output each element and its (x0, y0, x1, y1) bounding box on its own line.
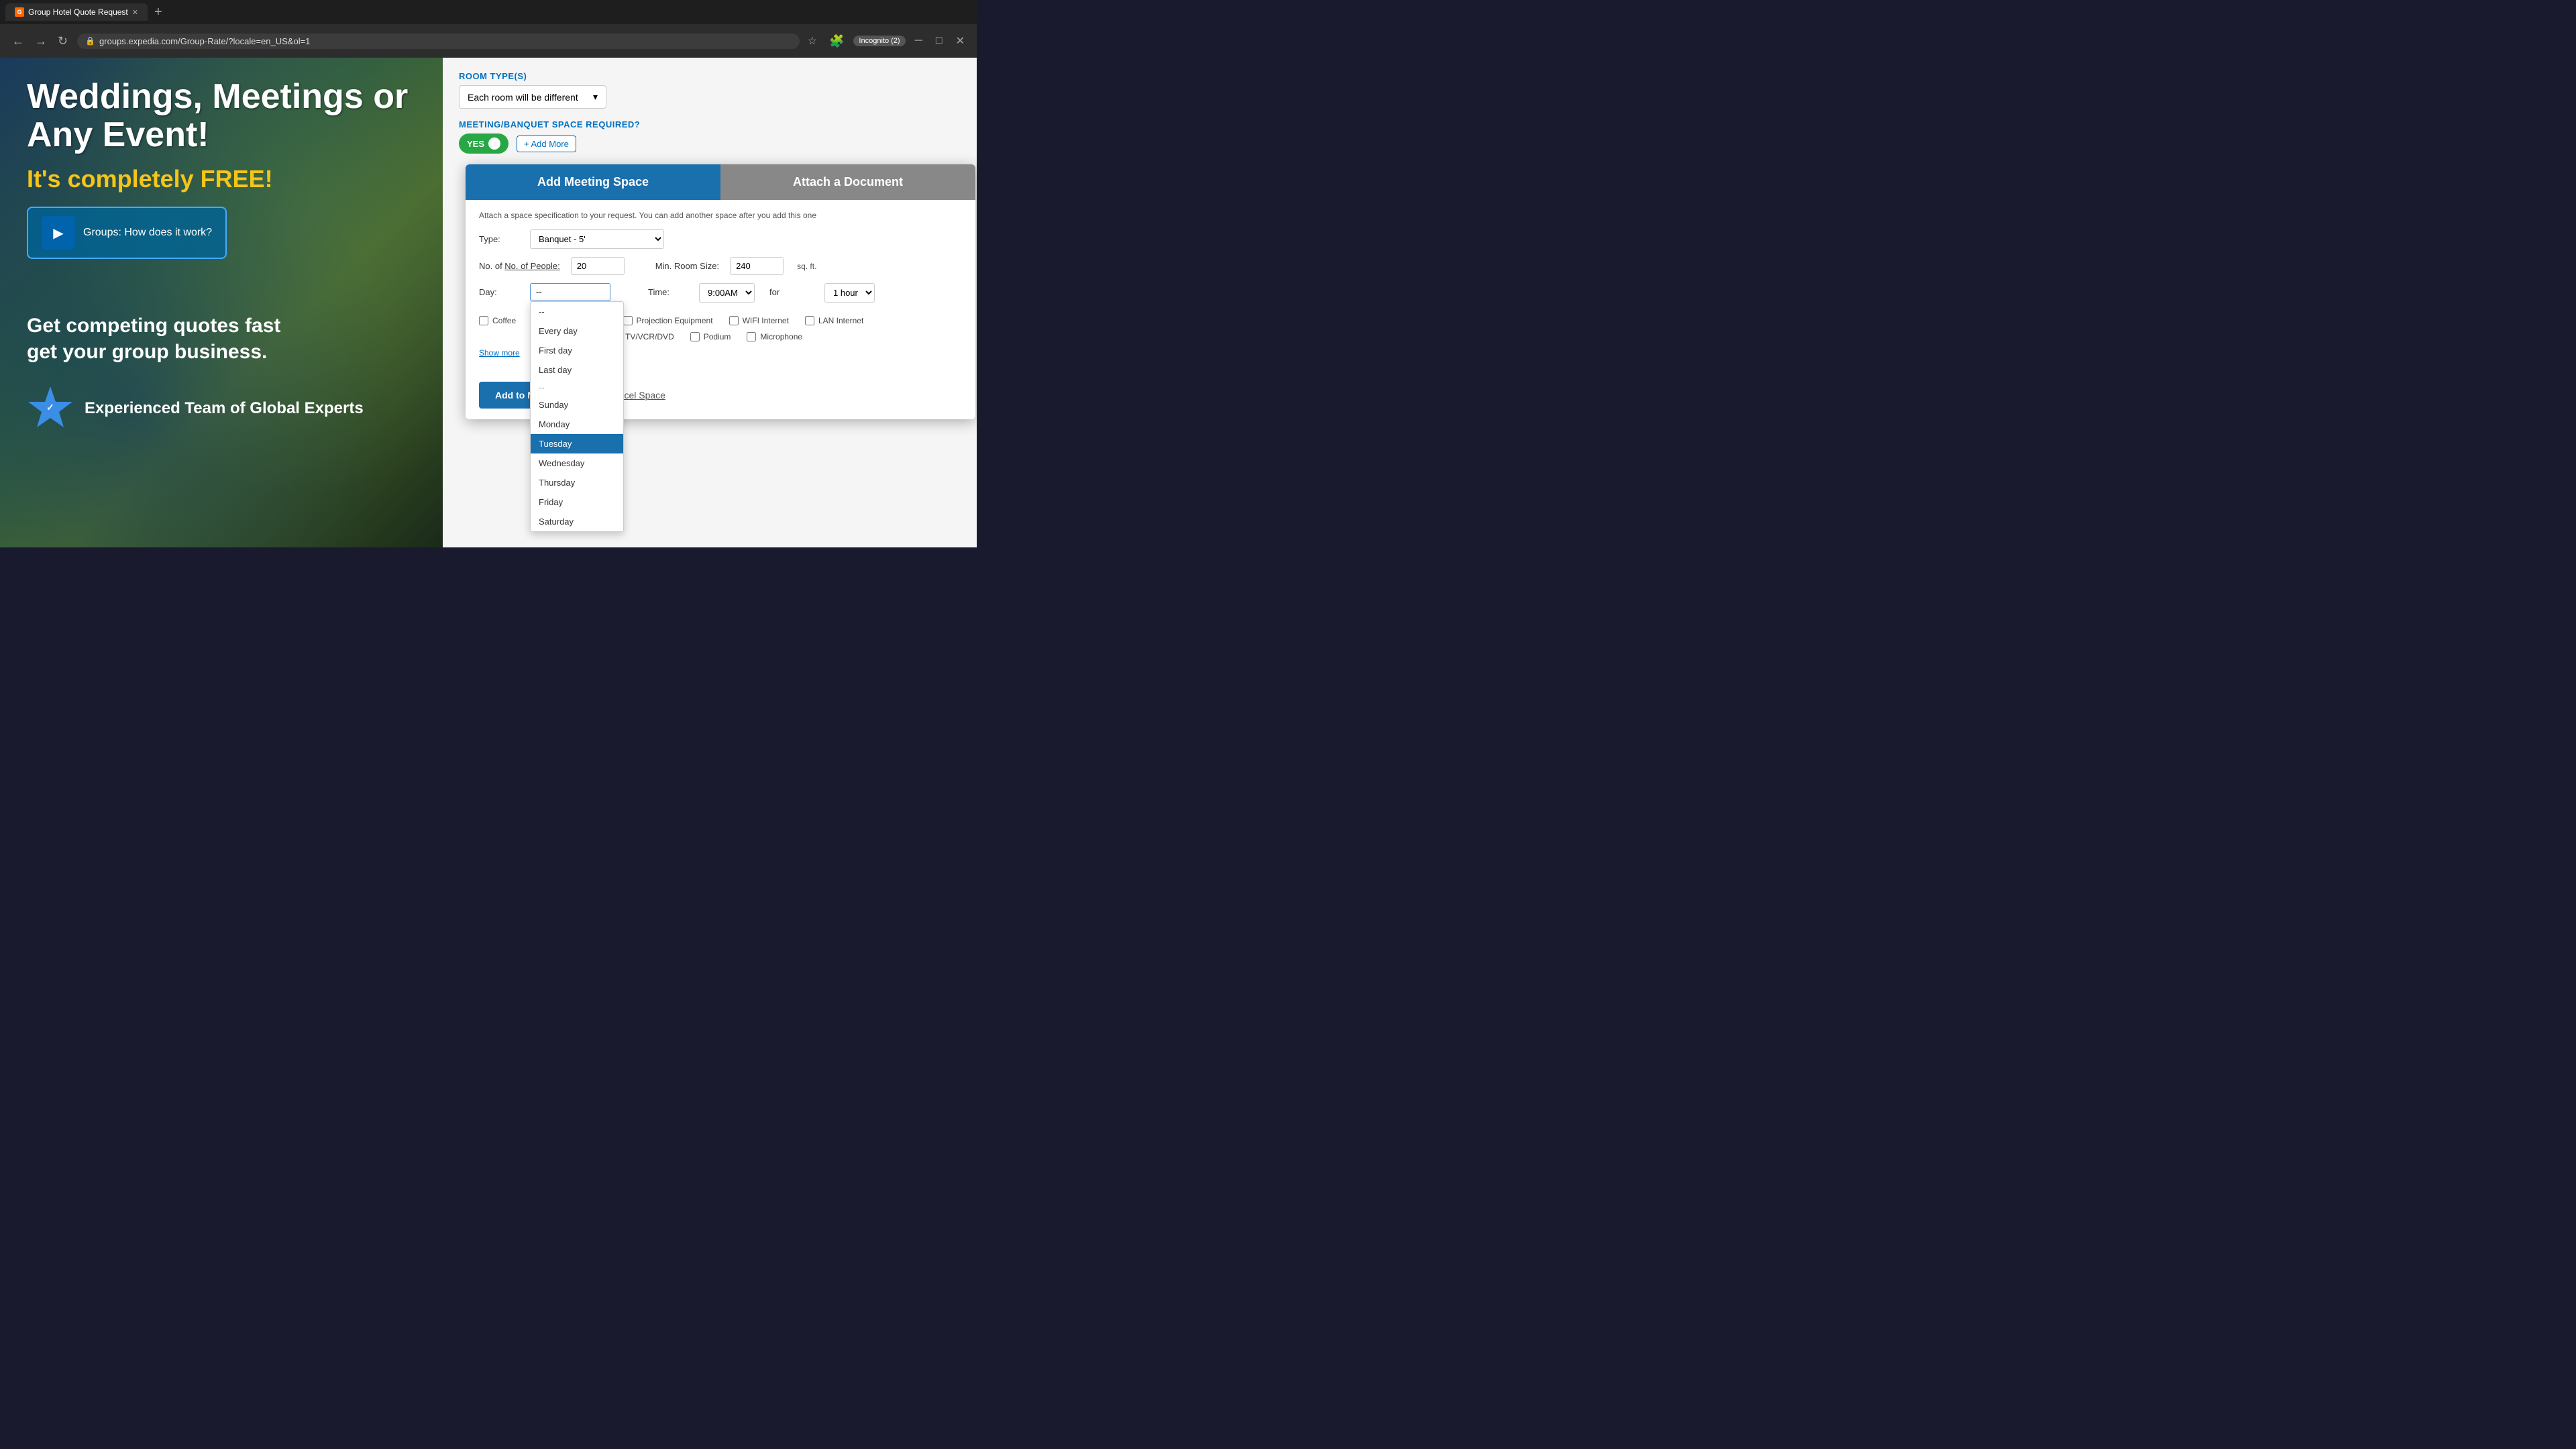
modal-body: Attach a space specification to your req… (466, 200, 975, 374)
day-select[interactable]: -- (530, 283, 610, 301)
day-option-monday[interactable]: Monday (531, 415, 623, 434)
nav-buttons: ← → ↻ (8, 32, 72, 51)
hero-section: Weddings, Meetings or Any Event! It's co… (0, 58, 443, 547)
for-label: for (769, 287, 810, 297)
people-label: No. of No. of People: (479, 261, 560, 271)
modal-tabs: Add Meeting Space Attach a Document (466, 164, 975, 200)
meeting-space-modal: Add Meeting Space Attach a Document Atta… (466, 164, 975, 419)
minimize-btn[interactable]: ─ (911, 33, 926, 49)
day-time-row: Day: -- -- Every day First day Last day … (479, 283, 962, 303)
people-room-row: No. of No. of People: Min. Room Size: sq… (479, 257, 962, 275)
hero-content: Weddings, Meetings or Any Event! It's co… (27, 78, 416, 432)
hero-badge-section: ✓ Experienced Team of Global Experts (27, 385, 416, 432)
time-select[interactable]: 9:00AM (699, 283, 755, 303)
incognito-badge: Incognito (2) (853, 36, 905, 46)
checkbox-microphone[interactable]: Microphone (747, 332, 802, 341)
day-option-tuesday[interactable]: Tuesday (531, 434, 623, 453)
wifi-checkbox[interactable] (729, 316, 739, 325)
right-panel: ROOM TYPE(S) Each room will be different… (443, 58, 977, 547)
day-option-friday[interactable]: Friday (531, 492, 623, 512)
time-label: Time: (648, 287, 688, 297)
day-option-thursday[interactable]: Thursday (531, 473, 623, 492)
badge-text: Experienced Team of Global Experts (85, 399, 364, 418)
type-label: Type: (479, 234, 519, 244)
meeting-toggle-row: YES + Add More (459, 133, 961, 154)
browser-chrome: ← → ↻ 🔒 ☆ 🧩 Incognito (2) ─ □ ✕ (0, 24, 977, 58)
window-controls: ─ □ ✕ (911, 33, 969, 49)
address-input[interactable] (99, 36, 792, 46)
tab-favicon: G (15, 7, 24, 17)
day-option-wednesday[interactable]: Wednesday (531, 453, 623, 473)
day-label: Day: (479, 287, 519, 297)
hero-bottom-text: Get competing quotes fast get your group… (27, 313, 416, 365)
room-size-input[interactable] (730, 257, 784, 275)
forward-btn[interactable]: → (31, 32, 51, 51)
people-underline: No. of People: (504, 261, 559, 271)
type-select[interactable]: Banquet - 5' (530, 229, 664, 249)
checkbox-podium[interactable]: Podium (690, 332, 731, 341)
day-option-first-day[interactable]: First day (531, 341, 623, 360)
podium-checkbox[interactable] (690, 332, 700, 341)
room-size-label: Min. Room Size: (655, 261, 719, 271)
checkbox-wifi[interactable]: WIFI Internet (729, 316, 789, 325)
duration-select[interactable]: 1 hour (824, 283, 875, 303)
day-option-last-day[interactable]: Last day (531, 360, 623, 380)
tab-close-btn[interactable]: ✕ (132, 8, 138, 17)
maximize-btn[interactable]: □ (932, 33, 947, 49)
modal-description: Attach a space specification to your req… (479, 211, 962, 220)
lock-icon: 🔒 (85, 36, 95, 46)
checkbox-projection[interactable]: Projection Equipment (623, 316, 713, 325)
checkbox-lan[interactable]: LAN Internet (805, 316, 863, 325)
hero-title: Weddings, Meetings or Any Event! (27, 78, 416, 154)
sq-ft-label: sq. ft. (797, 262, 816, 271)
checkbox-coffee[interactable]: Coffee (479, 316, 516, 325)
close-btn[interactable]: ✕ (952, 33, 969, 49)
yes-toggle[interactable]: YES (459, 133, 508, 154)
chevron-down-icon: ▾ (593, 91, 598, 103)
projection-checkbox[interactable] (623, 316, 633, 325)
svg-text:✓: ✓ (46, 402, 54, 413)
day-option-placeholder[interactable]: -- (531, 302, 623, 321)
room-type-section: ROOM TYPE(S) Each room will be different… (459, 71, 961, 109)
add-more-btn[interactable]: + Add More (517, 136, 576, 152)
tab-add-meeting-space[interactable]: Add Meeting Space (466, 164, 720, 200)
yes-label: YES (467, 139, 484, 149)
badge-icon: ✓ (27, 385, 74, 432)
active-tab[interactable]: G Group Hotel Quote Request ✕ (5, 3, 148, 21)
day-dropdown[interactable]: -- Every day First day Last day -- Sunda… (530, 301, 624, 532)
people-input[interactable] (571, 257, 625, 275)
meeting-section: MEETING/BANQUET SPACE REQUIRED? YES + Ad… (459, 119, 961, 154)
back-btn[interactable]: ← (8, 32, 28, 51)
bookmark-icon[interactable]: ☆ (808, 34, 817, 48)
day-option-every-day[interactable]: Every day (531, 321, 623, 341)
video-button[interactable]: ▶ Groups: How does it work? (27, 207, 227, 259)
type-row: Type: Banquet - 5' (479, 229, 962, 249)
main-content: Weddings, Meetings or Any Event! It's co… (0, 58, 977, 547)
room-type-value: Each room will be different (468, 92, 578, 103)
day-separator: -- (531, 380, 623, 395)
coffee-checkbox[interactable] (479, 316, 488, 325)
play-icon: ▶ (42, 216, 75, 250)
microphone-checkbox[interactable] (747, 332, 756, 341)
video-label: Groups: How does it work? (83, 227, 212, 239)
day-select-container: -- -- Every day First day Last day -- Su… (530, 283, 610, 301)
reload-btn[interactable]: ↻ (54, 32, 72, 51)
meeting-label: MEETING/BANQUET SPACE REQUIRED? (459, 119, 961, 129)
lan-checkbox[interactable] (805, 316, 814, 325)
address-bar-container[interactable]: 🔒 (77, 34, 800, 49)
day-option-sunday[interactable]: Sunday (531, 395, 623, 415)
hero-free-text: It's completely FREE! (27, 165, 416, 193)
tab-attach-document[interactable]: Attach a Document (720, 164, 975, 200)
new-tab-btn[interactable]: + (150, 5, 166, 20)
room-type-label: ROOM TYPE(S) (459, 71, 961, 81)
toggle-circle (488, 138, 500, 150)
day-option-saturday[interactable]: Saturday (531, 512, 623, 531)
tab-bar: G Group Hotel Quote Request ✕ + (0, 0, 977, 24)
room-type-select[interactable]: Each room will be different ▾ (459, 85, 606, 109)
extensions-btn[interactable]: 🧩 (825, 32, 848, 51)
tab-title: Group Hotel Quote Request (28, 7, 128, 17)
